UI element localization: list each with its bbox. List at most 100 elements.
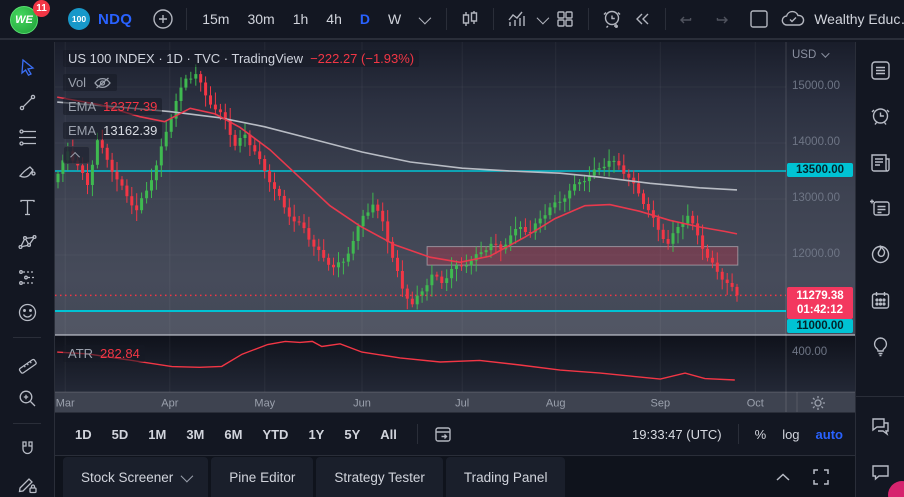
go-to-date-icon[interactable] (428, 419, 458, 449)
layout-grid-icon[interactable] (550, 4, 580, 34)
price-axis[interactable]: USD 15000.00 14000.00 13000.00 12000.00 1350… (786, 42, 855, 412)
utc-clock[interactable]: 19:33:47 (UTC) (632, 427, 722, 442)
layout-square-icon[interactable] (744, 4, 774, 34)
auto-scale-button[interactable]: auto (816, 427, 843, 442)
tab-stock-screener[interactable]: Stock Screener (63, 457, 209, 497)
chart-style-candles-icon[interactable] (455, 4, 485, 34)
drawing-pencil-lock-icon[interactable] (16, 473, 38, 495)
last-price-label: 11279.38 01:42:12 (787, 287, 853, 319)
eye-hidden-icon[interactable] (93, 76, 112, 90)
text-tool-icon[interactable] (16, 196, 38, 218)
log-scale-button[interactable]: log (782, 427, 799, 442)
redo-icon[interactable] (704, 4, 734, 34)
measure-tool-icon[interactable] (16, 352, 38, 374)
range-1m[interactable]: 1M (140, 422, 174, 447)
price-tick: 14000.00 (792, 136, 840, 148)
undo-icon[interactable] (674, 4, 704, 34)
public-chats-icon[interactable] (868, 414, 893, 439)
alerts-icon[interactable] (868, 104, 893, 129)
trend-line-tool-icon[interactable] (16, 91, 38, 113)
tab-pine-editor[interactable]: Pine Editor (211, 457, 314, 497)
ema-slow-value: 13162.39 (103, 123, 158, 138)
time-axis-label: Apr (161, 398, 178, 410)
time-axis-label: Aug (546, 398, 566, 410)
range-ytd[interactable]: YTD (254, 422, 296, 447)
timeframe-4h[interactable]: 4h (319, 7, 349, 31)
ideas-icon[interactable] (868, 334, 893, 359)
news-icon[interactable] (868, 150, 893, 175)
timeframe-15m[interactable]: 15m (195, 7, 236, 31)
divider (665, 8, 667, 30)
range-1d[interactable]: 1D (67, 422, 100, 447)
bar-replay-icon[interactable] (627, 4, 657, 34)
timeframe-row: 15m 30m 1h 4h D W (195, 7, 408, 31)
cursor-tool-icon[interactable] (16, 56, 38, 78)
tab-trading-panel[interactable]: Trading Panel (445, 457, 566, 497)
toolbar-divider (13, 423, 41, 424)
chart-region: Mar Apr May Jun Jul Aug Sep Oct USD 15000.00 140… (55, 42, 855, 412)
zoom-in-tool-icon[interactable] (16, 387, 38, 409)
range-all[interactable]: All (372, 422, 405, 447)
atr-value: 282.84 (100, 346, 140, 361)
timeframe-dropdown-icon[interactable] (408, 4, 438, 34)
range-5d[interactable]: 5D (104, 422, 137, 447)
ema-slow-label[interactable]: EMA (68, 123, 96, 138)
symbol-logo: 100 (68, 8, 90, 30)
alert-add-icon[interactable] (597, 4, 627, 34)
right-sidebar (855, 42, 904, 497)
timeframe-1h[interactable]: 1h (286, 7, 316, 31)
divider (588, 8, 590, 30)
range-6m[interactable]: 6M (216, 422, 250, 447)
time-axis-label: Oct (747, 398, 764, 410)
panel-expand-chevron-icon[interactable] (775, 472, 791, 482)
compare-add-icon[interactable] (148, 4, 178, 34)
indicators-icon[interactable] (502, 4, 532, 34)
hotlists-icon[interactable] (868, 242, 893, 267)
timeframe-30m[interactable]: 30m (240, 7, 281, 31)
private-chat-icon[interactable] (868, 460, 893, 485)
pattern-tool-icon[interactable] (16, 231, 38, 253)
symbol-title[interactable]: US 100 INDEX · 1D · TVC · TradingView (68, 51, 303, 66)
magnet-tool-icon[interactable] (16, 438, 38, 460)
volume-indicator-label[interactable]: Vol (68, 75, 86, 90)
toolbar-divider (13, 337, 41, 338)
time-axis-label: Mar (56, 398, 75, 410)
chevron-down-icon (821, 49, 830, 58)
data-window-icon[interactable] (868, 196, 893, 221)
time-axis-label: May (254, 398, 275, 410)
emoji-tool-icon[interactable] (16, 301, 38, 323)
tab-strategy-tester[interactable]: Strategy Tester (316, 457, 443, 497)
calendar-icon[interactable] (868, 288, 893, 313)
range-5y[interactable]: 5Y (336, 422, 368, 447)
indicators-dropdown-icon[interactable] (532, 4, 550, 34)
price-tick: 13000.00 (792, 192, 840, 204)
price-axis-currency[interactable]: USD (792, 49, 830, 61)
ema-fast-label[interactable]: EMA (68, 99, 96, 114)
time-axis-settings-gear-icon[interactable] (808, 393, 828, 413)
symbol-search-button[interactable]: NDQ (98, 11, 132, 28)
timeframe-D[interactable]: D (353, 7, 377, 31)
divider (737, 424, 739, 444)
drawing-toolbar (0, 42, 55, 497)
watchlist-icon[interactable] (868, 58, 893, 83)
percent-scale-button[interactable]: % (755, 427, 767, 442)
legend-collapse-button[interactable] (63, 146, 90, 164)
range-1y[interactable]: 1Y (300, 422, 332, 447)
time-axis-label: Jun (353, 398, 371, 410)
brush-tool-icon[interactable] (16, 161, 38, 183)
sidebar-divider (855, 396, 904, 397)
timeframe-W[interactable]: W (381, 7, 408, 31)
atr-tick: 400.00 (792, 346, 828, 358)
fullscreen-icon[interactable] (813, 468, 829, 485)
level-label: 11000.00 (787, 319, 853, 333)
divider (416, 424, 418, 444)
account-menu-button[interactable]: WE 11 (10, 0, 50, 35)
notification-badge: 11 (33, 0, 50, 17)
price-change: −222.27 (−1.93%) (310, 51, 415, 66)
atr-indicator-label[interactable]: ATR (68, 346, 93, 361)
fib-retracement-tool-icon[interactable] (16, 126, 38, 148)
cloud-save-status[interactable]: Wealthy Educ… (780, 9, 904, 29)
range-3m[interactable]: 3M (178, 422, 212, 447)
divider (446, 8, 448, 30)
forecast-tool-icon[interactable] (16, 266, 38, 288)
